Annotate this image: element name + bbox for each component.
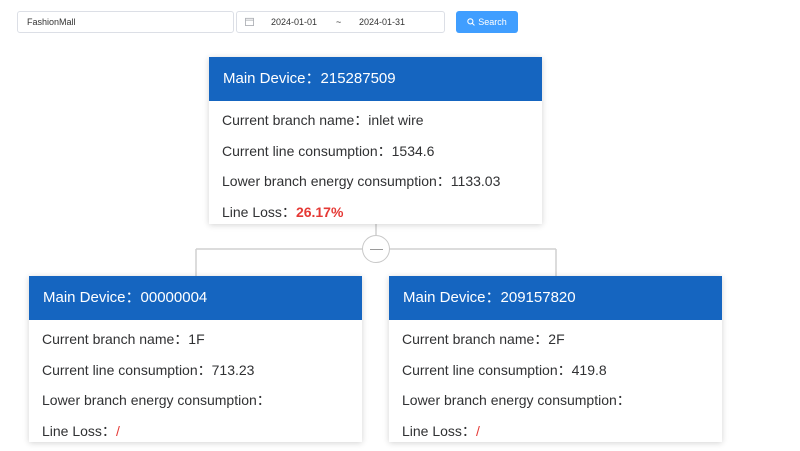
line-loss-value: / xyxy=(115,422,120,439)
line-loss-label: Line Loss： xyxy=(402,422,476,439)
card-header: Main Device：215287509 xyxy=(209,57,542,101)
branch-label: Current branch name： xyxy=(42,331,189,347)
device-label: Main Device： xyxy=(43,289,141,306)
line-consumption-label: Current line consumption： xyxy=(402,361,572,378)
branch-label: Current branch name： xyxy=(222,112,369,128)
card-header: Main Device：00000004 xyxy=(29,276,362,320)
line-consumption-label: Current line consumption： xyxy=(222,142,392,159)
lower-consumption-value: 1133.03 xyxy=(450,173,501,189)
line-loss-value: 26.17% xyxy=(295,203,344,220)
branch-name-row: Current branch name：1F xyxy=(42,324,349,355)
line-consumption-label: Current line consumption： xyxy=(42,361,212,378)
line-consumption-row: Current line consumption：1534.6 xyxy=(222,136,529,167)
lower-consumption-label: Lower branch energy consumption： xyxy=(222,173,451,189)
line-loss-label: Line Loss： xyxy=(222,203,296,220)
device-label: Main Device： xyxy=(223,70,321,87)
collapse-icon[interactable] xyxy=(362,235,390,263)
line-loss-row: Line Loss：26.17% xyxy=(222,197,529,225)
lower-consumption-row: Lower branch energy consumption：1133.03 xyxy=(222,166,529,197)
child-device-card: Main Device：00000004 Current branch name… xyxy=(29,276,362,442)
device-id: 00000004 xyxy=(140,289,208,306)
branch-value: inlet wire xyxy=(368,112,424,128)
lower-consumption-row: Lower branch energy consumption： xyxy=(402,385,709,416)
line-consumption-row: Current line consumption：713.23 xyxy=(42,355,349,386)
branch-name-row: Current branch name：inlet wire xyxy=(222,105,529,136)
line-loss-label: Line Loss： xyxy=(42,422,116,439)
line-consumption-row: Current line consumption：419.8 xyxy=(402,355,709,386)
line-loss-row: Line Loss：/ xyxy=(402,416,709,443)
branch-label: Current branch name： xyxy=(402,331,549,347)
line-loss-row: Line Loss：/ xyxy=(42,416,349,443)
line-loss-value: / xyxy=(475,422,480,439)
lower-consumption-label: Lower branch energy consumption： xyxy=(42,392,271,408)
lower-consumption-row: Lower branch energy consumption： xyxy=(42,385,349,416)
card-header: Main Device：209157820 xyxy=(389,276,722,320)
child-device-card: Main Device：209157820 Current branch nam… xyxy=(389,276,722,442)
root-device-card: Main Device：215287509 Current branch nam… xyxy=(209,57,542,224)
lower-consumption-label: Lower branch energy consumption： xyxy=(402,392,631,408)
branch-name-row: Current branch name：2F xyxy=(402,324,709,355)
branch-value: 1F xyxy=(188,331,205,347)
branch-value: 2F xyxy=(548,331,565,347)
line-consumption-value: 1534.6 xyxy=(391,142,435,159)
device-id: 209157820 xyxy=(500,289,576,306)
device-label: Main Device： xyxy=(403,289,501,306)
device-id: 215287509 xyxy=(320,70,396,87)
line-consumption-value: 713.23 xyxy=(211,361,255,378)
line-consumption-value: 419.8 xyxy=(571,361,607,378)
